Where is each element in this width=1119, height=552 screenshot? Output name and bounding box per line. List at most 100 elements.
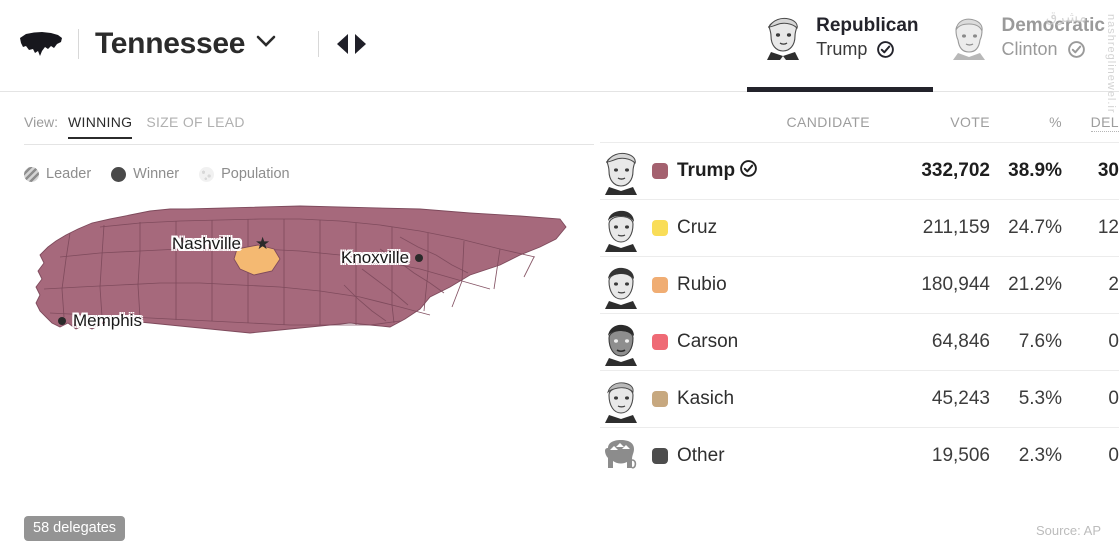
tab-democratic[interactable]: Democratic Clinton [933,0,1119,92]
tennessee-county-map[interactable]: Nashville ★ Knoxville Memphis [0,197,600,447]
table-row[interactable]: Carson 64,846 7.6% 0 [600,313,1119,371]
vote-cell: 211,159 [922,217,990,238]
top-bar: Tennessee Republican Trump Democratic Cl… [0,0,1119,114]
column-header-vote: VOTE [950,114,990,130]
city-marker-nashville-star: ★ [255,234,271,253]
table-header-row: CANDIDATE VOTE % DEL [600,92,1119,143]
leader-swatch-icon [24,166,39,182]
party-candidate-label: Trump [816,39,868,59]
divider [24,144,594,145]
candidate-color-swatch [652,448,668,464]
tab-republican[interactable]: Republican Trump [747,0,933,92]
vote-cell: 64,846 [931,331,990,352]
party-name: Republican [816,15,919,36]
trump-portrait [605,152,637,195]
legend-item-population: Population [199,166,290,182]
view-option-winning[interactable]: WINNING [67,114,133,139]
candidate-name: Other [677,445,725,466]
view-option-size-of-lead[interactable]: SIZE OF LEAD [146,114,245,137]
city-label-nashville: Nashville [172,234,241,253]
trump-portrait [761,12,806,60]
map-panel: View: WINNING SIZE OF LEAD Leader Winner… [0,92,600,552]
table-row[interactable]: Kasich 45,243 5.3% 0 [600,370,1119,428]
legend-item-winner: Winner [111,166,179,182]
legend-label: Leader [46,166,92,182]
column-header-candidate: CANDIDATE [786,114,870,130]
delegates-cell: 0 [1108,388,1119,409]
city-label-knoxville: Knoxville [341,248,410,267]
kasich-portrait [605,382,637,423]
winner-swatch-icon [111,166,127,182]
delegates-cell: 12 [1097,217,1119,238]
table-row[interactable]: Rubio 180,944 21.2% 2 [600,256,1119,314]
delegates-cell: 30 [1097,160,1119,181]
candidate-color-swatch [652,334,668,350]
arrow-left-icon [336,34,348,54]
results-panel: CANDIDATE VOTE % DEL Trump 332,702 38.9%… [600,92,1119,552]
state-nav-arrows [318,28,369,60]
candidate-color-swatch [652,220,668,236]
population-swatch-icon [199,166,215,182]
delegates-cell: 2 [1108,274,1119,295]
cruz-portrait [605,210,637,252]
legend-item-leader: Leader [24,166,91,182]
candidate-name: Carson [677,331,739,352]
candidate-cell: Kasich [600,371,870,428]
percent-cell: 21.2% [1008,274,1062,295]
party-candidate: Trump [816,37,918,64]
vote-cell: 180,944 [921,274,990,295]
next-state-button[interactable] [351,33,369,55]
vote-cell: 45,243 [931,388,990,409]
map-legend: Leader Winner Population [24,164,310,184]
election-results-widget: Tennessee Republican Trump Democratic Cl… [0,0,1119,552]
percent-cell: 2.3% [1018,445,1062,466]
delegates-cell: 0 [1108,331,1119,352]
column-header-percent: % [1049,114,1062,130]
candidate-name: Cruz [677,217,718,238]
candidate-cell: Cruz [600,200,870,257]
city-label-memphis: Memphis [73,311,142,330]
legend-label: Population [221,166,290,182]
divider [78,29,79,59]
prev-state-button[interactable] [333,33,351,55]
carson-portrait [605,324,637,366]
table-row[interactable]: Other 19,506 2.3% 0 [600,427,1119,485]
percent-cell: 24.7% [1008,217,1062,238]
table-row[interactable]: Trump 332,702 38.9% 30 [600,142,1119,200]
view-controls: View: WINNING SIZE OF LEAD [24,114,259,139]
view-label: View: [24,114,58,130]
delegates-cell: 0 [1108,445,1119,466]
legend-label: Winner [133,166,180,182]
candidate-color-swatch [652,277,668,293]
candidate-name: Rubio [677,274,727,295]
candidate-color-swatch [652,163,668,179]
party-candidate: Clinton [1002,37,1106,64]
divider [318,31,319,57]
candidate-color-swatch [652,391,668,407]
us-map-icon [20,32,62,56]
candidate-cell: Trump [600,143,870,200]
winner-check-icon [1067,40,1085,64]
gop-elephant-icon [605,440,637,469]
state-selector[interactable]: Tennessee [18,18,276,70]
city-marker-knoxville-dot [415,254,423,262]
delegate-count-badge: 58 delegates [24,516,126,541]
party-tabs: Republican Trump Democratic Clinton [747,0,1119,92]
chevron-down-icon[interactable] [256,35,276,53]
vote-cell: 332,702 [921,160,990,181]
results-table: CANDIDATE VOTE % DEL Trump 332,702 38.9%… [600,92,1119,484]
candidate-cell: Carson [600,314,870,371]
candidate-cell: Other [600,428,870,485]
source-attribution: Source: AP [1035,523,1101,538]
party-candidate-label: Clinton [1001,39,1058,59]
vote-cell: 19,506 [931,445,990,466]
arrow-right-icon [354,34,366,54]
candidate-name: Trump [677,160,736,181]
candidate-name: Kasich [677,388,735,409]
rubio-portrait [605,267,637,309]
percent-cell: 38.9% [1008,160,1062,181]
winner-check-icon [740,159,757,183]
percent-cell: 5.3% [1018,388,1062,409]
column-header-delegates[interactable]: DEL [1062,92,1119,143]
table-row[interactable]: Cruz 211,159 24.7% 12 [600,199,1119,257]
